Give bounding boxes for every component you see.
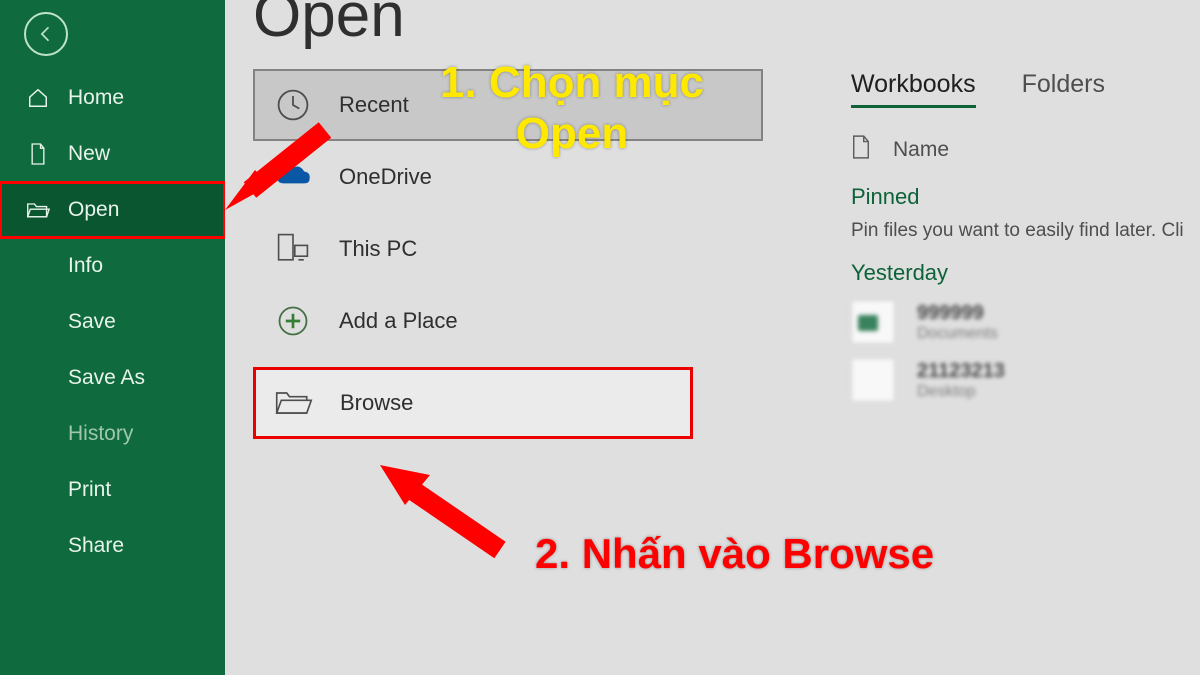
sidebar-item-print[interactable]: Print <box>0 462 225 518</box>
sidebar-item-home[interactable]: Home <box>0 70 225 126</box>
sidebar-item-open[interactable]: Open <box>0 182 225 238</box>
backstage-sidebar: Home New Open Info Save Save As History … <box>0 0 225 675</box>
open-locations-pane: Open Recent OneDrive This PC <box>225 0 835 675</box>
file-icon <box>851 134 871 166</box>
home-icon <box>26 87 50 109</box>
location-label: Add a Place <box>339 308 458 334</box>
recent-file-row[interactable]: 999999Documents <box>851 300 1200 344</box>
column-header-row: Name <box>851 134 1200 166</box>
sidebar-item-label: Home <box>68 86 124 110</box>
excel-file-icon <box>851 300 895 344</box>
sidebar-item-label: Print <box>68 478 111 502</box>
back-button[interactable] <box>18 6 74 62</box>
sidebar-item-info[interactable]: Info <box>0 238 225 294</box>
sidebar-item-label: Save <box>68 310 116 334</box>
new-doc-icon <box>26 142 50 166</box>
location-label: Recent <box>339 92 409 118</box>
location-browse[interactable]: Browse <box>253 367 693 439</box>
sidebar-item-label: History <box>68 422 133 446</box>
back-arrow-icon <box>24 12 68 56</box>
add-place-icon <box>273 303 313 339</box>
recent-files-pane: Workbooks Folders Name Pinned Pin files … <box>835 0 1200 675</box>
pinned-hint-text: Pin files you want to easily find later.… <box>851 220 1200 242</box>
file-info: 21123213Desktop <box>917 360 1005 401</box>
location-label: This PC <box>339 236 417 262</box>
clock-icon <box>273 87 313 123</box>
location-label: OneDrive <box>339 164 432 190</box>
section-yesterday: Yesterday <box>851 260 1200 286</box>
browse-folder-icon <box>274 387 314 419</box>
sidebar-item-label: Info <box>68 254 103 278</box>
recent-file-row[interactable]: 21123213Desktop <box>851 358 1200 402</box>
sidebar-item-new[interactable]: New <box>0 126 225 182</box>
app-root: Home New Open Info Save Save As History … <box>0 0 1200 675</box>
folder-open-icon <box>26 200 50 220</box>
column-name: Name <box>893 138 949 162</box>
tab-workbooks[interactable]: Workbooks <box>851 70 976 108</box>
sidebar-item-label: Open <box>68 198 119 222</box>
file-info: 999999Documents <box>917 302 998 343</box>
sidebar-item-history: History <box>0 406 225 462</box>
this-pc-icon <box>273 231 313 267</box>
content-area: Open Recent OneDrive This PC <box>225 0 1200 675</box>
sidebar-item-label: New <box>68 142 110 166</box>
location-label: Browse <box>340 390 413 416</box>
location-onedrive[interactable]: OneDrive <box>253 141 835 213</box>
file-type-tabs: Workbooks Folders <box>851 70 1200 108</box>
file-icon <box>851 358 895 402</box>
sidebar-item-save[interactable]: Save <box>0 294 225 350</box>
tab-folders[interactable]: Folders <box>1022 70 1105 108</box>
location-add-place[interactable]: Add a Place <box>253 285 835 357</box>
sidebar-item-label: Save As <box>68 366 145 390</box>
page-title: Open <box>253 0 835 51</box>
sidebar-item-share[interactable]: Share <box>0 518 225 574</box>
section-pinned: Pinned <box>851 184 1200 210</box>
sidebar-item-label: Share <box>68 534 124 558</box>
location-this-pc[interactable]: This PC <box>253 213 835 285</box>
sidebar-item-save-as[interactable]: Save As <box>0 350 225 406</box>
location-recent[interactable]: Recent <box>253 69 763 141</box>
onedrive-icon <box>273 164 313 190</box>
